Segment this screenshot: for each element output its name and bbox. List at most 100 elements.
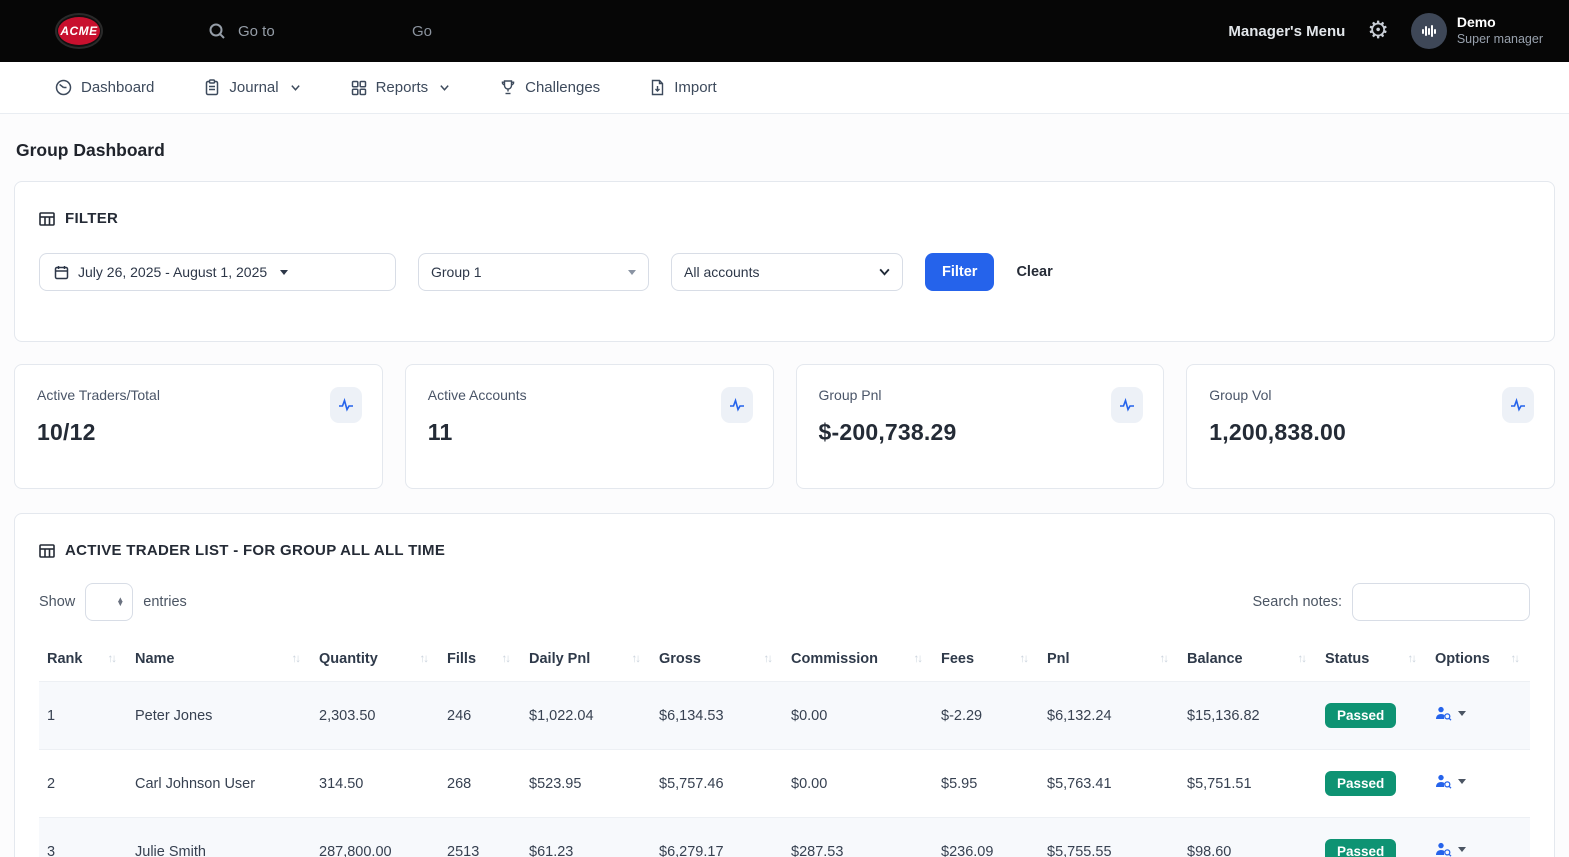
column-label: Rank — [47, 651, 82, 667]
nav-item-import[interactable]: Import — [650, 79, 717, 96]
column-label: Options — [1435, 651, 1490, 667]
topbar-right: Manager's Menu ⚙ Demo Super manager — [1228, 13, 1543, 49]
nav-item-reports[interactable]: Reports — [351, 79, 451, 96]
filter-button[interactable]: Filter — [925, 253, 994, 291]
acme-logo-text: ACME — [58, 17, 100, 45]
stat-value: $-200,738.29 — [819, 419, 1142, 446]
row-options-button[interactable] — [1435, 773, 1466, 790]
nav-item-label: Reports — [376, 79, 429, 96]
acme-logo[interactable]: ACME — [55, 13, 103, 49]
topbar: ACME Go Manager's Menu ⚙ Demo Super mana… — [0, 0, 1569, 62]
cell-name: Carl Johnson User — [127, 750, 311, 818]
group-select[interactable]: Group 1 — [418, 253, 649, 291]
date-range-value: July 26, 2025 - August 1, 2025 — [78, 264, 267, 280]
show-label: Show — [39, 594, 75, 610]
sort-icon: ↑↓ — [420, 653, 432, 665]
clipboard-icon — [204, 79, 220, 96]
cell-commission: $0.00 — [783, 682, 933, 750]
column-header-daily-pnl[interactable]: Daily Pnl↑↓ — [521, 637, 651, 682]
account-select[interactable]: All accounts — [671, 253, 903, 291]
nav-item-journal[interactable]: Journal — [204, 79, 300, 96]
cell-rank: 1 — [39, 682, 127, 750]
cell-daily_pnl: $61.23 — [521, 818, 651, 857]
nav-item-label: Challenges — [525, 79, 600, 96]
cell-options — [1427, 818, 1530, 857]
cell-rank: 2 — [39, 750, 127, 818]
column-header-options[interactable]: Options ↑↓ — [1427, 637, 1530, 682]
show-entries-group: Show ▲▼ entries — [39, 583, 187, 621]
stat-card-active-traders: Active Traders/Total 10/12 — [14, 364, 383, 489]
column-header-gross[interactable]: Gross ↑↓ — [651, 637, 783, 682]
row-options-button[interactable] — [1435, 841, 1466, 857]
go-button[interactable]: Go — [412, 23, 432, 40]
stat-label: Group Pnl — [819, 387, 1142, 403]
search-input[interactable] — [238, 23, 388, 40]
cell-balance: $98.60 — [1179, 818, 1317, 857]
column-header-pnl[interactable]: Pnl↑↓ — [1039, 637, 1179, 682]
column-header-name[interactable]: Name↑↓ — [127, 637, 311, 682]
cell-quantity: 2,303.50 — [311, 682, 439, 750]
column-label: Gross — [659, 651, 701, 667]
column-header-rank[interactable]: Rank ↑↓ — [39, 637, 127, 682]
table-icon — [39, 544, 55, 558]
column-header-fees[interactable]: Fees↑↓ — [933, 637, 1039, 682]
column-header-balance[interactable]: Balance↑↓ — [1179, 637, 1317, 682]
trader-list-header: ACTIVE TRADER LIST - FOR GROUP ALL ALL T… — [39, 542, 1530, 559]
column-header-status[interactable]: Status↑↓ — [1317, 637, 1427, 682]
cell-commission: $287.53 — [783, 818, 933, 857]
column-label: Pnl — [1047, 651, 1070, 667]
column-header-commission[interactable]: Commission↑↓ — [783, 637, 933, 682]
cell-pnl: $5,755.55 — [1039, 818, 1179, 857]
cell-fees: $236.09 — [933, 818, 1039, 857]
waveform-icon — [1420, 22, 1438, 40]
stats-row: Active Traders/Total 10/12 Active Accoun… — [14, 364, 1555, 489]
sort-icon: ↑↓ — [1408, 653, 1420, 665]
stat-label: Group Vol — [1209, 387, 1532, 403]
cell-status: Passed — [1317, 750, 1427, 818]
caret-down-icon — [1458, 779, 1466, 784]
caret-down-icon — [628, 270, 636, 275]
gauge-icon — [55, 79, 72, 96]
global-search: Go — [208, 22, 432, 40]
cell-name: Peter Jones — [127, 682, 311, 750]
status-badge: Passed — [1325, 771, 1396, 796]
trader-table-body: 1Peter Jones2,303.50246$1,022.04$6,134.5… — [39, 682, 1530, 857]
stat-value: 11 — [428, 419, 751, 446]
table-icon — [39, 212, 55, 226]
date-range-picker[interactable]: July 26, 2025 - August 1, 2025 — [39, 253, 396, 291]
search-notes-input[interactable] — [1352, 583, 1530, 621]
row-options-button[interactable] — [1435, 705, 1466, 722]
managers-menu-link[interactable]: Manager's Menu — [1228, 23, 1345, 40]
stat-card-group-vol: Group Vol 1,200,838.00 — [1186, 364, 1555, 489]
nav-item-label: Import — [674, 79, 717, 96]
pulse-icon — [1111, 387, 1143, 423]
gear-icon[interactable]: ⚙ — [1367, 19, 1389, 43]
column-header-fills[interactable]: Fills↑↓ — [439, 637, 521, 682]
nav-item-challenges[interactable]: Challenges — [500, 79, 600, 96]
pulse-icon — [330, 387, 362, 423]
cell-options — [1427, 750, 1530, 818]
sort-icon: ↑↓ — [914, 653, 926, 665]
column-header-quantity[interactable]: Quantity ↑↓ — [311, 637, 439, 682]
cell-balance: $5,751.51 — [1179, 750, 1317, 818]
clear-button[interactable]: Clear — [1016, 264, 1052, 280]
entries-label: entries — [143, 594, 187, 610]
entries-select[interactable]: ▲▼ — [85, 583, 133, 621]
status-badge: Passed — [1325, 839, 1396, 857]
sort-icon: ↑↓ — [1511, 653, 1523, 665]
sort-icon: ↑↓ — [764, 653, 776, 665]
main-nav: Dashboard Journal Reports Challenges Imp… — [0, 62, 1569, 114]
filter-card-header: FILTER — [39, 210, 1530, 227]
stat-value: 10/12 — [37, 419, 360, 446]
column-label: Quantity — [319, 651, 378, 667]
nav-item-dashboard[interactable]: Dashboard — [55, 79, 154, 96]
cell-quantity: 287,800.00 — [311, 818, 439, 857]
user-menu[interactable]: Demo Super manager — [1411, 13, 1543, 49]
table-row: 1Peter Jones2,303.50246$1,022.04$6,134.5… — [39, 682, 1530, 750]
cell-pnl: $5,763.41 — [1039, 750, 1179, 818]
spinner-icon: ▲▼ — [116, 598, 124, 607]
caret-down-icon — [1458, 847, 1466, 852]
stat-label: Active Accounts — [428, 387, 751, 403]
sort-icon: ↑↓ — [632, 653, 644, 665]
sort-icon: ↑↓ — [108, 653, 120, 665]
